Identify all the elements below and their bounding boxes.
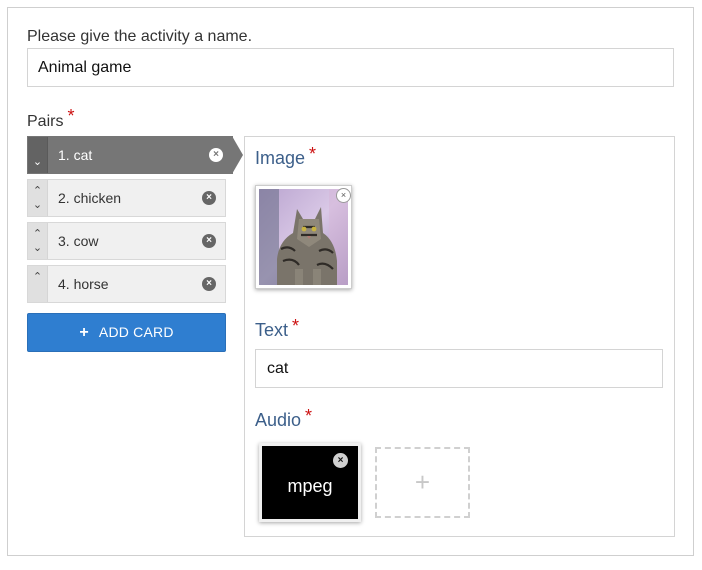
required-asterisk: * (67, 106, 75, 126)
move-down-icon[interactable]: ⌄ (28, 157, 47, 168)
pair-label: 3. cow (58, 233, 99, 249)
required-asterisk: * (309, 144, 317, 164)
pairs-label: Pairs * (27, 106, 75, 130)
cat-photo-icon (259, 189, 348, 285)
pair-reorder-controls: ⌄ (28, 137, 48, 173)
move-down-icon[interactable]: ⌄ (28, 200, 47, 211)
move-up-icon[interactable]: ⌃ (28, 272, 47, 283)
required-asterisk: * (305, 406, 313, 426)
plus-icon: + (79, 324, 89, 341)
pair-item-horse[interactable]: ⌃ 4. horse × (27, 265, 226, 303)
pair-reorder-controls: ⌃ ⌄ (28, 180, 48, 216)
move-up-icon[interactable]: ⌃ (28, 186, 47, 197)
pair-label: 1. cat (58, 147, 93, 163)
audio-field-label: Audio * (255, 406, 313, 430)
remove-pair-icon[interactable]: × (202, 234, 216, 248)
text-field-label: Text * (255, 316, 300, 340)
pair-label: 2. chicken (58, 190, 122, 206)
pair-item-cow[interactable]: ⌃ ⌄ 3. cow × (27, 222, 226, 260)
required-asterisk: * (292, 316, 300, 336)
activity-name-label: Please give the activity a name. (27, 28, 253, 45)
add-audio-button[interactable]: + (375, 447, 470, 518)
remove-image-icon[interactable]: × (336, 188, 351, 203)
remove-audio-icon[interactable]: × (333, 453, 348, 468)
pair-reorder-controls: ⌃ ⌄ (28, 223, 48, 259)
image-field-label: Image * (255, 144, 317, 168)
pair-text-input[interactable] (255, 349, 663, 388)
move-down-icon[interactable]: ⌄ (28, 243, 47, 254)
pair-label: 4. horse (58, 276, 109, 292)
pair-item-chicken[interactable]: ⌃ ⌄ 2. chicken × (27, 179, 226, 217)
remove-pair-icon[interactable]: × (202, 277, 216, 291)
remove-pair-icon[interactable]: × (202, 191, 216, 205)
move-up-icon[interactable]: ⌃ (28, 229, 47, 240)
pair-reorder-controls: ⌃ (28, 266, 48, 302)
pair-item-cat[interactable]: ⌄ 1. cat × (27, 136, 243, 174)
remove-pair-icon[interactable]: × (209, 148, 223, 162)
activity-name-input[interactable] (27, 48, 674, 87)
add-card-button[interactable]: + ADD CARD (27, 313, 226, 352)
